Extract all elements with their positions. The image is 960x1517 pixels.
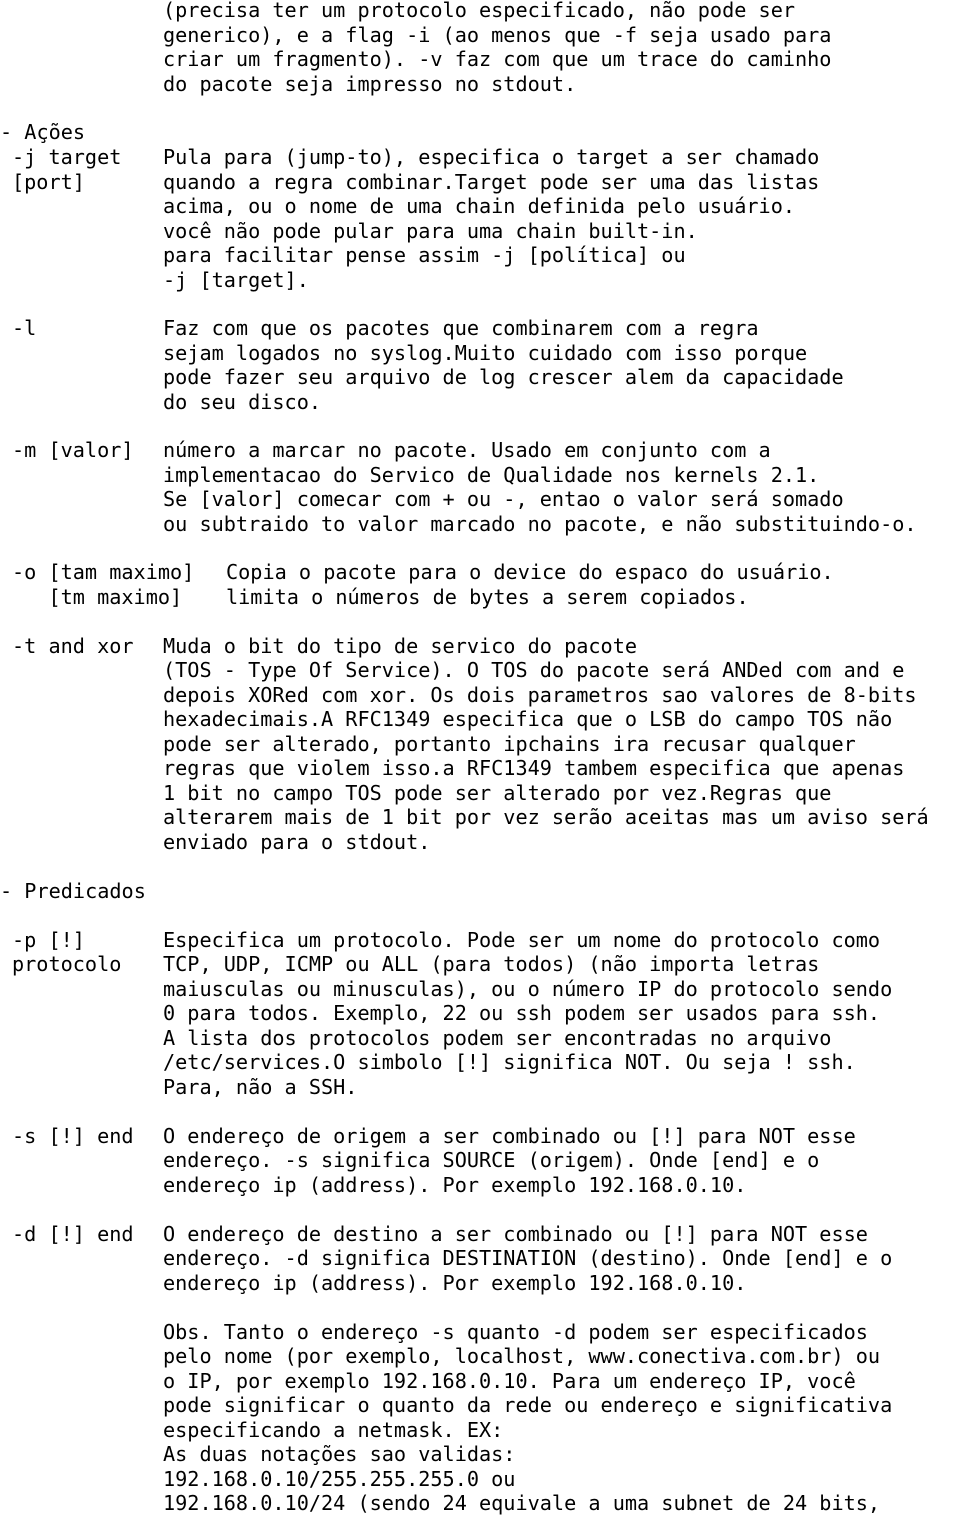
option-desc-line: 1 bit no campo TOS pode ser alterado por… — [163, 780, 832, 805]
option-term: -l — [12, 316, 37, 340]
option-desc-line: /etc/services.O simbolo [!] significa NO… — [163, 1050, 856, 1074]
option-desc-line: número a marcar no pacote. Usado em conj… — [163, 438, 771, 462]
section-heading-acoes: - Ações — [0, 120, 86, 144]
obs-line: o IP, por exemplo 192.168.0.10. Para um … — [163, 1368, 856, 1393]
intro-line: do pacote seja impresso no stdout. — [163, 71, 577, 96]
option-desc-line: (TOS - Type Of Service). O TOS do pacote… — [163, 658, 905, 682]
obs-line: Obs. Tanto o endereço -s quanto -d podem… — [163, 1319, 868, 1344]
intro-line: generico), e a flag -i (ao menos que -f … — [163, 22, 832, 47]
option-desc-line: acima, ou o nome de uma chain definida p… — [163, 194, 796, 218]
option-desc-line: 0 para todos. Exemplo, 22 ou ssh podem s… — [163, 1001, 881, 1025]
option-term: -m [valor] — [12, 438, 134, 462]
option-term: -j target — [12, 145, 122, 169]
option-desc-line: hexadecimais.A RFC1349 especifica que o … — [163, 707, 893, 731]
option-desc-line: quando a regra combinar.Target pode ser … — [163, 169, 820, 194]
option-desc-line: Faz com que os pacotes que combinarem co… — [163, 316, 759, 340]
option-desc-line: enviado para o stdout. — [163, 829, 431, 854]
option-desc-line: ou subtraido to valor marcado no pacote,… — [163, 511, 917, 536]
option-desc-line: endereço ip (address). Por exemplo 192.1… — [163, 1172, 747, 1197]
option-desc-line: O endereço de destino a ser combinado ou… — [163, 1221, 868, 1246]
option-term: -d [!] end — [12, 1221, 134, 1246]
obs-line: pelo nome (por exemplo, localhost, www.c… — [163, 1344, 881, 1368]
option-term: [tm maximo] — [12, 584, 183, 609]
option-desc-line: limita o números de bytes a serem copiad… — [226, 584, 749, 609]
option-desc-line: implementacao do Servico de Qualidade no… — [163, 462, 820, 487]
option-desc-line: Para, não a SSH. — [163, 1074, 358, 1099]
section-heading-predicados: - Predicados — [0, 878, 146, 903]
option-desc-line: Muda o bit do tipo de servico do pacote — [163, 633, 638, 658]
option-desc-line: para facilitar pense assim -j [política]… — [163, 243, 686, 267]
option-desc-line: pode ser alterado, portanto ipchains ira… — [163, 731, 856, 756]
obs-line: 192.168.0.10/24 (sendo 24 equivale a uma… — [163, 1491, 881, 1515]
option-desc-line: alterarem mais de 1 bit por vez serão ac… — [163, 805, 929, 829]
option-term: -o [tam maximo] — [12, 560, 195, 584]
option-desc-line: O endereço de origem a ser combinado ou … — [163, 1123, 856, 1148]
option-desc-line: depois XORed com xor. Os dois parametros… — [163, 682, 917, 707]
option-desc-line: regras que violem isso.a RFC1349 tambem … — [163, 756, 905, 780]
option-desc-line: Especifica um protocolo. Pode ser um nom… — [163, 927, 881, 952]
intro-line: criar um fragmento). -v faz com que um t… — [163, 47, 832, 71]
option-term: protocolo — [12, 952, 122, 976]
option-desc-line: endereço. -s significa SOURCE (origem). … — [163, 1148, 820, 1172]
obs-line: especificando a netmask. EX: — [163, 1417, 504, 1442]
option-term: -t and xor — [12, 633, 134, 658]
obs-line: pode significar o quanto da rede ou ende… — [163, 1393, 893, 1417]
option-term: -p [!] — [12, 927, 85, 952]
obs-line: 192.168.0.10/255.255.255.0 ou — [163, 1466, 516, 1491]
option-term: [port] — [12, 169, 85, 194]
option-desc-line: maiusculas ou minusculas), ou o número I… — [163, 976, 893, 1001]
option-desc-line: Pula para (jump-to), especifica o target… — [163, 145, 820, 169]
option-desc-line: endereço ip (address). Por exemplo 192.1… — [163, 1270, 747, 1295]
option-desc-line: -j [target]. — [163, 267, 309, 292]
option-desc-line: endereço. -d significa DESTINATION (dest… — [163, 1246, 893, 1270]
obs-line: As duas notações sao validas: — [163, 1442, 516, 1466]
option-desc-line: pode fazer seu arquivo de log crescer al… — [163, 365, 844, 389]
option-desc-line: A lista dos protocolos podem ser encontr… — [163, 1025, 832, 1050]
option-desc-line: TCP, UDP, ICMP ou ALL (para todos) (não … — [163, 952, 820, 976]
option-desc-line: Copia o pacote para o device do espaco d… — [226, 560, 834, 584]
option-desc-line: você não pode pular para uma chain built… — [163, 218, 698, 243]
intro-line: (precisa ter um protocolo especificado, … — [163, 0, 796, 22]
option-desc-line: do seu disco. — [163, 389, 322, 414]
option-term: -s [!] end — [12, 1123, 134, 1148]
option-desc-line: sejam logados no syslog.Muito cuidado co… — [163, 340, 808, 365]
option-desc-line: Se [valor] comecar com + ou -, entao o v… — [163, 487, 844, 511]
